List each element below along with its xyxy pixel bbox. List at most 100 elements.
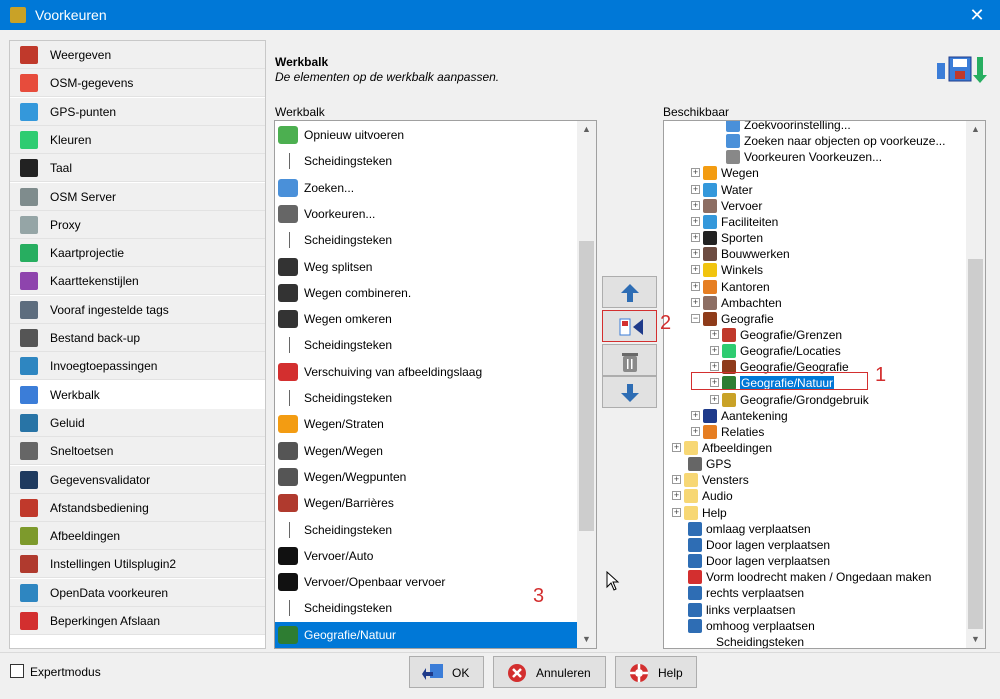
toolbar-list-item[interactable]: Opnieuw uitvoeren — [275, 122, 577, 148]
toolbar-list-item[interactable]: Geografie/Natuur — [275, 621, 577, 648]
sidebar-item-beperkingen-afslaan[interactable]: Beperkingen Afslaan — [10, 607, 265, 635]
toolbar-list-item[interactable]: Wegen omkeren — [275, 306, 577, 332]
tree-item[interactable]: + Faciliteiten — [666, 214, 966, 230]
move-down-button[interactable] — [602, 376, 657, 408]
sidebar-item-bestand-back-up[interactable]: Bestand back-up — [10, 324, 265, 352]
sidebar-item-geluid[interactable]: Geluid — [10, 408, 265, 437]
tree-item[interactable]: + Aantekening — [666, 408, 966, 424]
tree-item[interactable]: + Bouwwerken — [666, 246, 966, 262]
separator-row[interactable]: Scheidingsteken — [275, 385, 577, 411]
scroll-up-icon[interactable]: ▲ — [577, 121, 596, 138]
tree-item[interactable]: + Kantoren — [666, 279, 966, 295]
tree-item[interactable]: + Vensters — [666, 472, 966, 488]
tree-item[interactable]: + Relaties — [666, 424, 966, 440]
tree-item[interactable]: Door lagen verplaatsen — [666, 537, 966, 553]
tree-item[interactable]: Zoeken naar objecten op voorkeuze... — [666, 133, 966, 149]
sidebar-item-proxy[interactable]: Proxy — [10, 210, 265, 239]
expand-icon[interactable]: + — [710, 346, 719, 356]
expand-icon[interactable]: + — [691, 281, 700, 291]
tree-item[interactable]: links verplaatsen — [666, 602, 966, 618]
separator-row[interactable]: Scheidingsteken — [275, 148, 577, 174]
toolbar-list-scrollbar[interactable]: ▲ ▼ — [577, 121, 596, 648]
sidebar-item-kaartprojectie[interactable]: Kaartprojectie — [10, 239, 265, 268]
scroll-down-icon[interactable]: ▼ — [966, 631, 985, 648]
toolbar-list[interactable]: Opnieuw uitvoeren Scheidingsteken Zoeken..… — [274, 120, 597, 649]
toolbar-list-item[interactable]: Wegen combineren. — [275, 280, 577, 306]
expand-icon[interactable]: + — [672, 507, 681, 517]
expand-icon[interactable]: + — [691, 168, 700, 178]
sidebar-item-osm-gegevens[interactable]: OSM-gegevens — [10, 69, 265, 98]
toolbar-list-item[interactable]: Vervoer/Openbaar vervoer — [275, 569, 577, 595]
tree-item[interactable]: GPS — [666, 456, 966, 472]
expand-icon[interactable]: + — [710, 329, 719, 339]
tree-item[interactable]: + Water — [666, 182, 966, 198]
expand-icon[interactable]: + — [691, 233, 700, 243]
tree-item[interactable]: + Audio — [666, 488, 966, 504]
scroll-up-icon[interactable]: ▲ — [966, 121, 985, 138]
sidebar-item-weergeven[interactable]: Weergeven — [10, 41, 265, 69]
scroll-down-icon[interactable]: ▼ — [577, 631, 596, 648]
close-icon[interactable]: ✕ — [954, 0, 1000, 30]
collapse-icon[interactable]: − — [691, 313, 700, 323]
tree-item[interactable]: + Vervoer — [666, 198, 966, 214]
sidebar-item-vooraf-ingestelde-tags[interactable]: Vooraf ingestelde tags — [10, 295, 265, 324]
expand-icon[interactable]: + — [691, 410, 700, 420]
expand-icon[interactable]: + — [691, 265, 700, 275]
expand-icon[interactable]: + — [691, 184, 700, 194]
available-tree-scrollbar[interactable]: ▲ ▼ — [966, 121, 985, 648]
toolbar-list-item[interactable]: Wegen/Wegpunten — [275, 464, 577, 490]
toolbar-list-item[interactable]: Voorkeuren... — [275, 201, 577, 227]
tree-item[interactable]: + Winkels — [666, 262, 966, 278]
delete-button[interactable] — [602, 344, 657, 376]
expand-icon[interactable]: + — [691, 426, 700, 436]
expand-icon[interactable]: + — [691, 200, 700, 210]
separator-row[interactable]: Scheidingsteken — [666, 634, 966, 648]
ok-button[interactable]: OK — [409, 656, 484, 688]
toolbar-list-item[interactable]: Verschuiving van afbeeldingslaag — [275, 359, 577, 385]
expand-icon[interactable]: + — [691, 216, 700, 226]
expand-icon[interactable]: + — [672, 443, 681, 452]
tree-item[interactable]: + Geografie/Grenzen — [666, 327, 966, 343]
expand-icon[interactable]: + — [710, 394, 719, 404]
add-to-toolbar-button[interactable] — [602, 310, 657, 342]
expand-icon[interactable]: + — [672, 475, 681, 485]
sidebar-item-afstandsbediening[interactable]: Afstandsbediening — [10, 493, 265, 522]
expand-icon[interactable]: + — [691, 249, 700, 259]
tree-item[interactable]: omlaag verplaatsen — [666, 521, 966, 537]
tree-item[interactable]: Voorkeuren Voorkeuzen... — [666, 149, 966, 165]
toolbar-list-item[interactable]: Vervoer/Auto — [275, 543, 577, 569]
tree-item[interactable]: + Ambachten — [666, 295, 966, 311]
tree-item[interactable]: + Help — [666, 505, 966, 521]
move-up-button[interactable] — [602, 276, 657, 308]
sidebar-item-kleuren[interactable]: Kleuren — [10, 125, 265, 154]
checkbox-box[interactable] — [10, 664, 24, 678]
help-button[interactable]: Help — [615, 656, 697, 688]
tree-item[interactable]: Door lagen verplaatsen — [666, 553, 966, 569]
sidebar-item-sneltoetsen[interactable]: Sneltoetsen — [10, 437, 265, 466]
tree-item[interactable]: + Afbeeldingen — [666, 440, 966, 456]
tree-item[interactable]: + Geografie/Locaties — [666, 343, 966, 359]
sidebar-item-taal[interactable]: Taal — [10, 154, 265, 183]
scrollbar-thumb[interactable] — [968, 259, 983, 629]
sidebar-item-gegevensvalidator[interactable]: Gegevensvalidator — [10, 465, 265, 494]
expand-icon[interactable]: + — [672, 491, 681, 501]
tree-item[interactable]: + Geografie/Grondgebruik — [666, 392, 966, 408]
sidebar-item-gps-punten[interactable]: GPS-punten — [10, 97, 265, 126]
toolbar-list-item[interactable]: Zoeken... — [275, 175, 577, 201]
separator-row[interactable]: Scheidingsteken — [275, 595, 577, 621]
tree-item[interactable]: + Sporten — [666, 230, 966, 246]
separator-row[interactable]: Scheidingsteken — [275, 332, 577, 358]
sidebar-item-osm-server[interactable]: OSM Server — [10, 182, 265, 211]
toolbar-list-item[interactable]: Wegen/Straten — [275, 411, 577, 437]
cancel-button[interactable]: Annuleren — [493, 656, 606, 688]
sidebar-item-invoegtoepassingen[interactable]: Invoegtoepassingen — [10, 352, 265, 381]
tree-item[interactable]: − Geografie — [666, 311, 966, 327]
sidebar-item-werkbalk[interactable]: Werkbalk — [10, 380, 265, 409]
toolbar-list-item[interactable]: Wegen/Barrières — [275, 490, 577, 516]
expand-icon[interactable]: + — [710, 362, 719, 372]
sidebar-item-opendata-voorkeuren[interactable]: OpenData voorkeuren — [10, 578, 265, 607]
tree-item[interactable]: rechts verplaatsen — [666, 585, 966, 601]
scrollbar-thumb[interactable] — [579, 241, 594, 531]
tree-item[interactable]: Vorm loodrecht maken / Ongedaan maken — [666, 569, 966, 585]
expand-icon[interactable]: + — [691, 297, 700, 307]
